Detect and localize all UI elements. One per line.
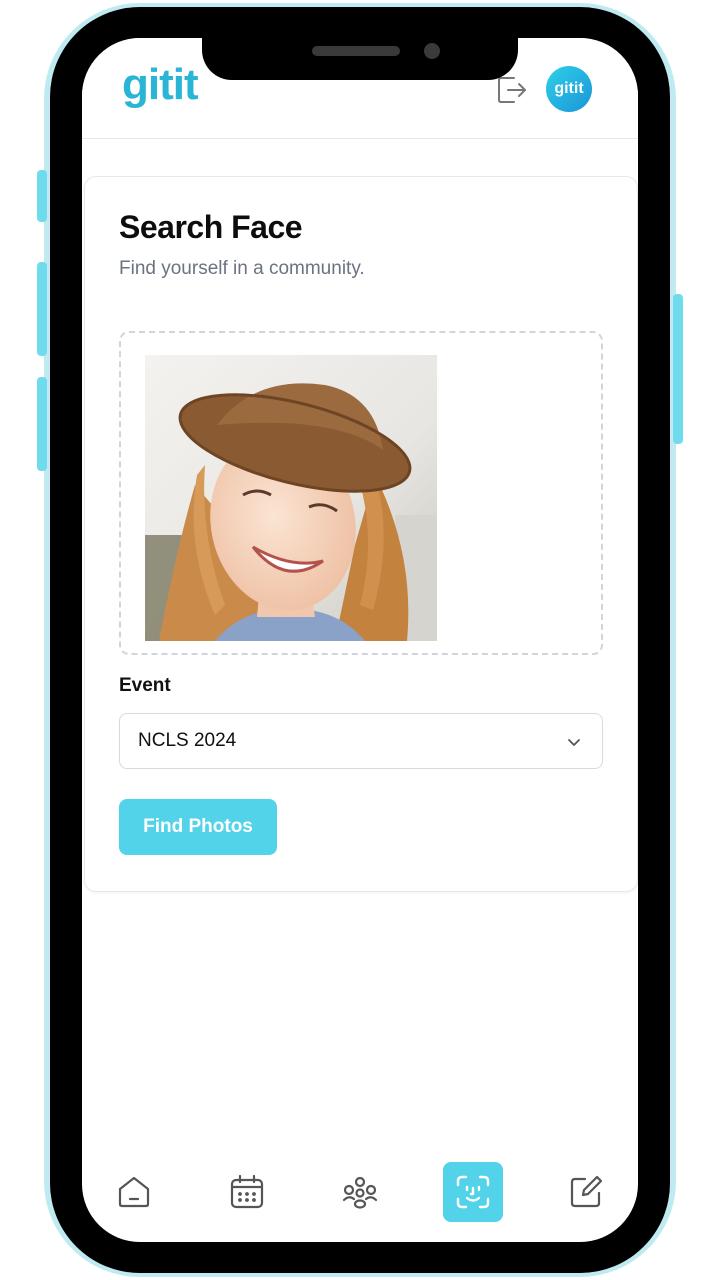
- front-camera: [424, 43, 440, 59]
- find-photos-button[interactable]: Find Photos: [119, 799, 277, 855]
- app-logo[interactable]: gitit: [122, 60, 199, 110]
- nav-home[interactable]: [104, 1162, 164, 1222]
- speaker-grille: [312, 46, 400, 56]
- calendar-icon: [230, 1174, 264, 1209]
- uploaded-photo: [145, 355, 437, 641]
- page-title: Search Face: [119, 209, 303, 245]
- phone-notch: [202, 30, 518, 80]
- event-select[interactable]: NCLS 2024: [119, 713, 603, 769]
- phone-silent-switch: [37, 170, 47, 222]
- phone-power-button: [673, 294, 683, 444]
- nav-face-search[interactable]: [443, 1162, 503, 1222]
- event-select-value: NCLS 2024: [138, 730, 237, 751]
- face-scan-icon: [456, 1175, 490, 1209]
- bottom-nav: [82, 1160, 638, 1222]
- home-icon: [118, 1176, 150, 1208]
- nav-edit[interactable]: [556, 1162, 616, 1222]
- logout-icon[interactable]: [496, 74, 528, 106]
- nav-calendar[interactable]: [217, 1162, 277, 1222]
- phone-volume-down: [37, 377, 47, 471]
- event-label: Event: [119, 675, 171, 696]
- avatar[interactable]: gitit: [546, 66, 592, 112]
- community-icon: [342, 1176, 378, 1209]
- chevron-down-icon: [566, 734, 582, 750]
- page-subtitle: Find yourself in a community.: [119, 258, 365, 279]
- nav-community[interactable]: [330, 1162, 390, 1222]
- search-face-card: Search Face Find yourself in a community…: [84, 176, 638, 892]
- edit-icon: [570, 1175, 603, 1208]
- photo-dropzone[interactable]: [119, 331, 603, 655]
- app-screen: gitit gitit Search Face Find yourself in…: [82, 38, 638, 1242]
- phone-volume-up: [37, 262, 47, 356]
